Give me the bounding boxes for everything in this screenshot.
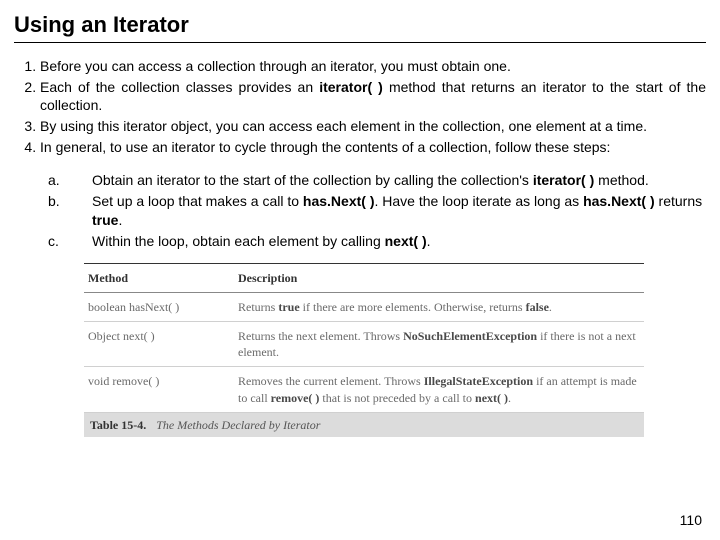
sub-marker: b. (48, 192, 72, 230)
code-ref: remove( ) (271, 391, 320, 405)
numbered-list: Before you can access a collection throu… (14, 57, 706, 157)
sub-marker: a. (48, 171, 72, 190)
text: returns (655, 193, 702, 209)
sub-list: a. Obtain an iterator to the start of th… (48, 171, 706, 251)
text: By using this iterator object, you can a… (40, 118, 647, 134)
code-ref: next( ) (385, 233, 427, 249)
caption-text: The Methods Declared by Iterator (156, 417, 320, 433)
methods-table: Method Description boolean hasNext( ) Re… (84, 263, 644, 437)
text: Removes the current element. Throws (238, 374, 424, 388)
text: In general, to use an iterator to cycle … (40, 139, 610, 155)
text: Within the loop, obtain each element by … (92, 233, 385, 249)
text: . (508, 391, 511, 405)
text: Set up a loop that makes a call to (92, 193, 303, 209)
text: . (427, 233, 431, 249)
cell-description: Removes the current element. Throws Ille… (238, 373, 640, 405)
page-number: 110 (680, 511, 702, 530)
cell-description: Returns true if there are more elements.… (238, 299, 640, 315)
list-item: Each of the collection classes provides … (40, 78, 706, 116)
col-method: Method (88, 270, 238, 286)
text: Obtain an iterator to the start of the c… (92, 172, 533, 188)
code-ref: iterator( ) (319, 79, 383, 95)
cell-method: Object next( ) (88, 328, 238, 360)
text: method. (594, 172, 648, 188)
col-description: Description (238, 270, 640, 286)
sub-item: Obtain an iterator to the start of the c… (92, 171, 706, 190)
sub-item: Set up a loop that makes a call to has.N… (92, 192, 706, 230)
code-ref: has.Next( ) (583, 193, 655, 209)
cell-method: boolean hasNext( ) (88, 299, 238, 315)
list-item: By using this iterator object, you can a… (40, 117, 706, 136)
list-item: In general, to use an iterator to cycle … (40, 138, 706, 157)
page-title: Using an Iterator (14, 10, 706, 43)
list-item: Before you can access a collection throu… (40, 57, 706, 76)
code-ref: iterator( ) (533, 172, 594, 188)
text: that is not preceded by a call to (319, 391, 475, 405)
text: if there are more elements. Otherwise, r… (300, 300, 526, 314)
text: Before you can access a collection throu… (40, 58, 511, 74)
code-ref: false (526, 300, 549, 314)
table-caption: Table 15-4. The Methods Declared by Iter… (84, 413, 644, 437)
text: . Have the loop iterate as long as (374, 193, 583, 209)
code-ref: IllegalStateException (424, 374, 533, 388)
sub-item: Within the loop, obtain each element by … (92, 232, 706, 251)
caption-label: Table 15-4. (90, 417, 146, 433)
table-header: Method Description (84, 264, 644, 293)
table-row: Object next( ) Returns the next element.… (84, 322, 644, 367)
sub-marker: c. (48, 232, 72, 251)
cell-method: void remove( ) (88, 373, 238, 405)
code-ref: true (278, 300, 299, 314)
cell-description: Returns the next element. Throws NoSuchE… (238, 328, 640, 360)
caption-italic: The Methods Declared by Iterator (156, 418, 320, 432)
code-ref: has.Next( ) (303, 193, 375, 209)
text: Returns (238, 300, 278, 314)
text: . (118, 212, 122, 228)
text: . (549, 300, 552, 314)
code-ref: NoSuchElementException (403, 329, 537, 343)
text: Each of the collection classes provides … (40, 79, 319, 95)
code-ref: true (92, 212, 118, 228)
code-ref: next( ) (475, 391, 508, 405)
table-row: void remove( ) Removes the current eleme… (84, 367, 644, 412)
table-row: boolean hasNext( ) Returns true if there… (84, 293, 644, 322)
text: Returns the next element. Throws (238, 329, 403, 343)
